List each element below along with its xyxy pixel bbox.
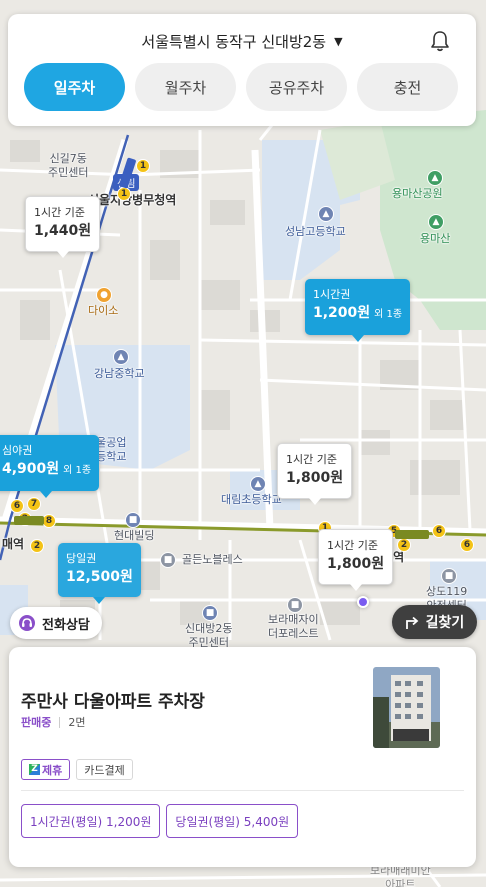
lot-meta: 판매중 2면 — [21, 714, 86, 730]
top-panel: 서울특별시 동작구 신대방2동 ▼ 일주차 월주차 공유주차 충전 — [8, 14, 476, 126]
price-marker[interactable]: 1시간 기준 1,800원 — [318, 529, 394, 591]
location-text: 서울특별시 동작구 신대방2동 — [141, 33, 327, 51]
shopping-icon: ● — [96, 287, 112, 303]
line-badge: 6 — [10, 499, 24, 513]
price-marker[interactable]: 1시간 기준 1,800원 — [277, 443, 353, 505]
marker-price: 12,500원 — [66, 569, 133, 585]
marker-type: 심야권 — [2, 444, 33, 457]
map-label-station-left: 매역 — [2, 537, 25, 551]
tab-charging[interactable]: 충전 — [357, 63, 458, 111]
card-divider — [21, 790, 464, 791]
office-icon: ■ — [202, 605, 218, 621]
map-label-park: 용마산공원 — [392, 187, 443, 200]
apartment-icon: ■ — [287, 597, 303, 613]
price-marker-selected[interactable]: 1시간권 1,200원 외 1종 — [305, 279, 411, 342]
park-icon: ▲ — [427, 170, 443, 186]
building-photo — [373, 667, 440, 748]
tab-monthly[interactable]: 월주차 — [135, 63, 236, 111]
lot-capacity: 2면 — [68, 716, 86, 729]
building-icon: ■ — [160, 552, 176, 568]
station-platform — [395, 530, 429, 539]
marker-type: 1시간 기준 — [286, 453, 337, 466]
map-label-bottom: 보라매래미안 아파트 — [370, 864, 431, 887]
marker-type: 당일권 — [66, 552, 97, 565]
price-marker[interactable]: 1시간 기준 1,440원 — [25, 196, 101, 258]
tab-daily[interactable]: 일주차 — [24, 63, 125, 111]
school-icon: ▲ — [250, 476, 266, 492]
line-badge: 8 — [42, 514, 56, 528]
marker-price: 1,440원 — [34, 223, 92, 239]
phone-consult-label: 전화상담 — [42, 617, 90, 633]
location-selector[interactable]: 서울특별시 동작구 신대방2동 ▼ — [8, 31, 476, 52]
map-label-villa: 현대빌딩 — [114, 529, 155, 542]
map-label-golden: 골든노블레스 — [182, 553, 243, 566]
lot-tags: Z 제휴 카드결제 — [21, 759, 133, 780]
marker-price: 4,900원 외 1종 — [2, 461, 92, 477]
fire-station-icon: ■ — [441, 568, 457, 584]
turn-arrow-icon — [405, 616, 419, 629]
lot-name: 주만사 다울아파트 주차장 — [21, 692, 205, 712]
map-label-mountain: 용마산 — [420, 232, 451, 245]
school-icon: ▲ — [113, 349, 129, 365]
lot-status: 판매중 — [21, 716, 52, 729]
map-label-office: 신대방2동 주민센터 — [185, 622, 233, 649]
line-badge: 7 — [27, 497, 41, 511]
line-badge: 6 — [460, 538, 474, 552]
partner-logo-icon: Z — [29, 764, 40, 775]
map-label-station: 서울지방병무청역 — [88, 193, 177, 207]
current-location-dot — [357, 596, 369, 608]
map-label-elementary: 대림초등학교 — [221, 493, 282, 506]
building-icon: ■ — [125, 512, 141, 528]
map-label-apartment: 보라매자이 더포레스트 — [268, 613, 319, 640]
line-badge: 2 — [30, 539, 44, 553]
headset-icon — [19, 615, 35, 631]
line-badge: 2 — [397, 538, 411, 552]
price-marker[interactable]: 심야권 4,900원 외 1종 — [0, 435, 100, 498]
card-payment-tag: 카드결제 — [76, 759, 133, 780]
map-label-center: 신길7동 주민센터 — [48, 152, 89, 179]
marker-type: 1시간권 — [313, 288, 351, 301]
line-badge: 1 — [136, 159, 150, 173]
lot-photo[interactable] — [373, 667, 440, 748]
mountain-icon: ▲ — [428, 214, 444, 230]
marker-price: 1,800원 — [327, 556, 385, 572]
map-label-school: 성남고등학교 — [285, 225, 346, 238]
tab-shared[interactable]: 공유주차 — [246, 63, 347, 111]
price-marker[interactable]: 당일권 12,500원 — [58, 543, 141, 604]
phone-consult-button[interactable]: 전화상담 — [10, 607, 102, 639]
directions-label: 길찾기 — [425, 615, 465, 631]
school-icon: ▲ — [318, 206, 334, 222]
line-badge: 6 — [432, 524, 446, 538]
marker-type: 1시간 기준 — [34, 206, 85, 219]
parking-lot-card[interactable]: 주만사 다울아파트 주차장 판매중 2면 Z 제휴 카드결제 1시간권(평일) 1… — [9, 647, 476, 867]
station-platform — [14, 516, 44, 525]
ticket-option[interactable]: 당일권(평일) 5,400원 — [166, 804, 299, 838]
ticket-option[interactable]: 1시간권(평일) 1,200원 — [21, 804, 161, 838]
map-label-daiso: 다이소 — [88, 304, 119, 317]
caret-down-icon: ▼ — [334, 35, 343, 48]
map-label-middle-school: 강남중학교 — [94, 367, 145, 380]
meta-divider — [59, 716, 61, 728]
bell-icon[interactable] — [430, 30, 450, 52]
partner-tag: Z 제휴 — [21, 759, 71, 780]
directions-button[interactable]: 길찾기 — [392, 605, 477, 639]
marker-type: 1시간 기준 — [327, 539, 378, 552]
ticket-list: 1시간권(평일) 1,200원 당일권(평일) 5,400원 — [21, 804, 299, 838]
marker-price: 1,800원 — [286, 470, 344, 486]
line-badge: 1 — [117, 187, 131, 201]
parking-type-tabs: 일주차 월주차 공유주차 충전 — [24, 63, 458, 111]
marker-price: 1,200원 외 1종 — [313, 305, 403, 321]
